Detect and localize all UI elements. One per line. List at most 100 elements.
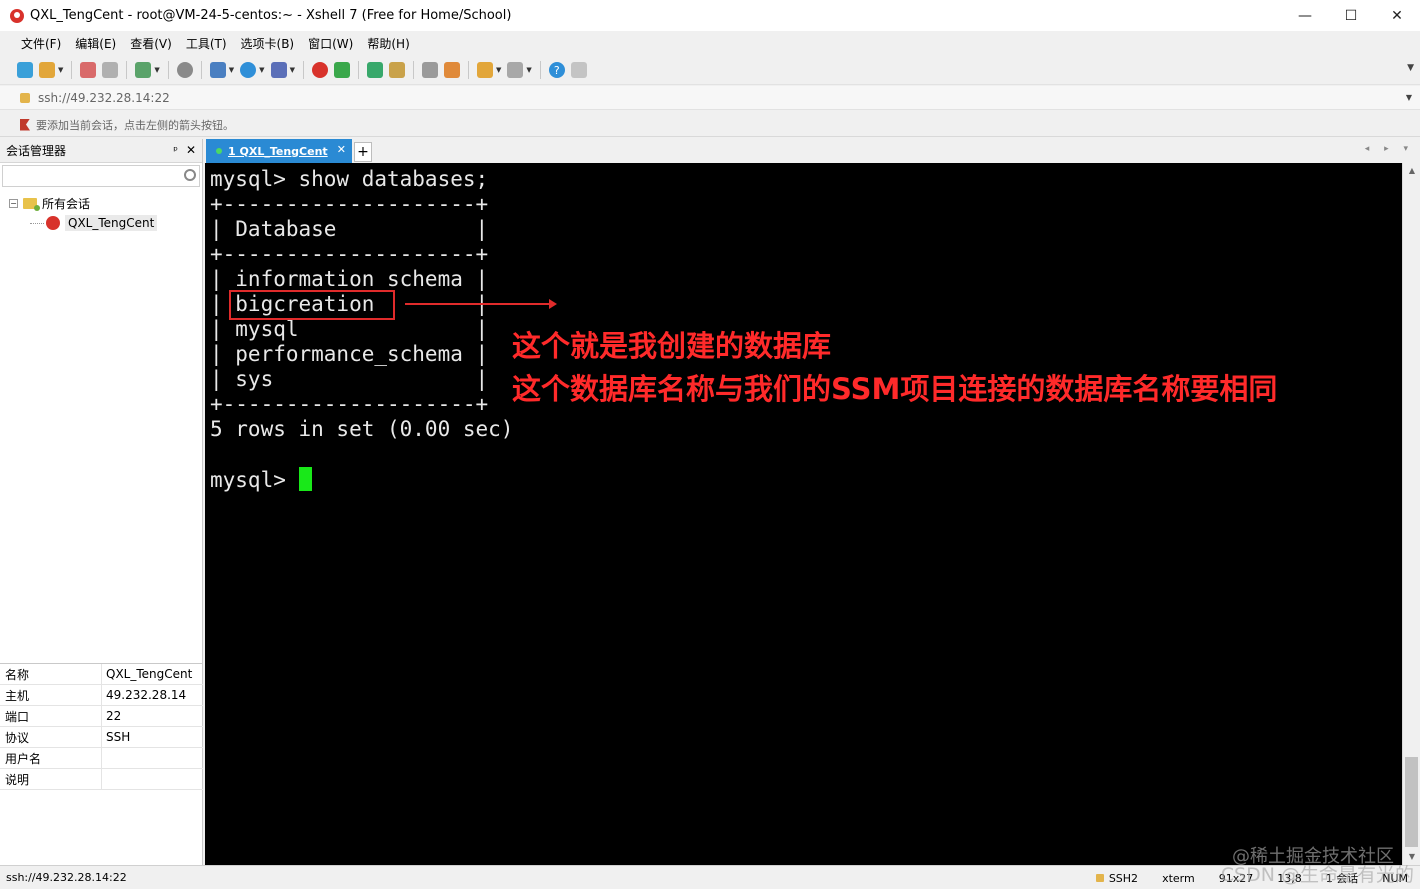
- terminal-cursor: [298, 467, 312, 491]
- session-settings-icon[interactable]: [135, 62, 152, 78]
- terminal-line: +--------------------+: [210, 192, 489, 216]
- close-button[interactable]: ✕: [1374, 0, 1420, 31]
- address-bar[interactable]: ssh://49.232.28.14:22 ▼: [0, 86, 1420, 110]
- tab-navigation-icons[interactable]: ◂ ▸ ▾: [1365, 144, 1414, 154]
- new-tab-icon[interactable]: [476, 62, 493, 78]
- maximize-button[interactable]: ☐: [1328, 0, 1374, 31]
- transfer-icon[interactable]: [209, 62, 226, 78]
- xmanager-icon[interactable]: [333, 62, 350, 78]
- session-icon: [46, 216, 60, 230]
- tree-item-label: 所有会话: [42, 196, 91, 211]
- property-key: 主机: [0, 685, 102, 705]
- globe-dropdown-icon[interactable]: ▼: [259, 66, 264, 74]
- fullscreen-icon[interactable]: [366, 62, 383, 78]
- session-properties-table: 名称 QXL_TengCent 主机 49.232.28.14 端口 22 协议…: [0, 663, 203, 790]
- property-row: 端口 22: [0, 706, 203, 727]
- property-row: 说明: [0, 769, 203, 790]
- property-value: 22: [106, 709, 122, 723]
- terminal-output: mysql> show databases; +----------------…: [210, 167, 513, 493]
- keyboard-icon[interactable]: [421, 62, 438, 78]
- terminal-line: 5 rows in set (0.00 sec): [210, 417, 514, 441]
- close-pane-icon[interactable]: ✕: [186, 143, 196, 157]
- open-dropdown-icon[interactable]: ▼: [58, 66, 63, 74]
- toolbar-separator: [467, 61, 469, 79]
- font-dropdown-icon[interactable]: ▼: [290, 66, 295, 74]
- terminal-view[interactable]: mysql> show databases; +----------------…: [205, 163, 1402, 865]
- status-bar: ssh://49.232.28.14:22 SSH2 xterm 91x27 1…: [0, 865, 1420, 889]
- terminal-line: | Database |: [210, 217, 489, 241]
- address-dropdown-icon[interactable]: ▼: [1406, 93, 1412, 102]
- xftp-icon[interactable]: [311, 62, 328, 78]
- menu-edit[interactable]: 编辑(E): [68, 35, 123, 52]
- menu-tools[interactable]: 工具(T): [179, 35, 234, 52]
- annotation-line-1: 这个就是我创建的数据库: [512, 329, 832, 363]
- session-search-input[interactable]: [2, 165, 200, 187]
- terminal-line: | performance_schema |: [210, 342, 489, 366]
- terminal-scrollbar[interactable]: ▲ ▼: [1402, 163, 1420, 865]
- help-icon[interactable]: ?: [548, 62, 565, 78]
- menu-tabs[interactable]: 选项卡(B): [234, 35, 302, 52]
- open-folder-icon[interactable]: [39, 62, 55, 78]
- hint-text: 要添加当前会话，点击左侧的箭头按钮。: [36, 118, 234, 132]
- pin-icon[interactable]: ᵖ: [173, 144, 178, 157]
- tree-item-session[interactable]: QXL_TengCent: [0, 213, 202, 233]
- property-key: 说明: [0, 769, 102, 789]
- title-bar: QXL_TengCent - root@VM-24-5-centos:~ - X…: [0, 0, 1420, 31]
- toolbar-overflow-icon[interactable]: ▼: [1407, 63, 1414, 73]
- new-session-icon[interactable]: [17, 62, 33, 78]
- lock-icon[interactable]: [388, 62, 405, 78]
- address-lock-icon: [20, 92, 30, 103]
- scroll-thumb[interactable]: [1405, 757, 1418, 847]
- toolbar-separator: [71, 61, 73, 79]
- add-tab-button[interactable]: +: [354, 142, 372, 162]
- new-tab-dropdown-icon[interactable]: ▼: [496, 66, 501, 74]
- terminal-line: +--------------------+: [210, 392, 489, 416]
- menu-bar: 文件(F) 编辑(E) 查看(V) 工具(T) 选项卡(B) 窗口(W) 帮助(…: [0, 31, 1420, 56]
- menu-help[interactable]: 帮助(H): [360, 35, 416, 52]
- layout-icon[interactable]: [507, 62, 524, 78]
- property-value: QXL_TengCent: [106, 667, 193, 681]
- font-icon[interactable]: [270, 62, 287, 78]
- scroll-up-icon[interactable]: ▲: [1403, 163, 1420, 179]
- menu-window[interactable]: 窗口(W): [301, 35, 360, 52]
- minimize-button[interactable]: —: [1282, 0, 1328, 31]
- highlight-icon[interactable]: [443, 62, 460, 78]
- address-input[interactable]: ssh://49.232.28.14:22: [38, 91, 170, 105]
- session-manager-header: 会话管理器 ᵖ ✕: [0, 139, 202, 163]
- terminal-line: | mysql |: [210, 317, 489, 341]
- property-row: 名称 QXL_TengCent: [0, 664, 203, 685]
- chat-icon[interactable]: [570, 62, 587, 78]
- tab-qxl-tengcent[interactable]: 1 QXL_TengCent ✕: [206, 139, 352, 163]
- connected-status-icon: [216, 148, 222, 154]
- terminal-line: | information_schema |: [210, 267, 489, 291]
- tab-bar: 1 QXL_TengCent ✕ + ◂ ▸ ▾: [204, 139, 1420, 163]
- tree-collapse-icon[interactable]: −: [9, 198, 18, 208]
- folder-icon: [23, 197, 40, 211]
- settings-dropdown-icon[interactable]: ▼: [154, 66, 159, 74]
- tree-item-all-sessions[interactable]: − 所有会话: [0, 193, 202, 213]
- terminal-line: +--------------------+: [210, 242, 489, 266]
- search-icon[interactable]: [184, 169, 196, 181]
- watermark-csdn: CSDN @生命是有光的: [1220, 864, 1414, 886]
- transfer-dropdown-icon[interactable]: ▼: [229, 66, 234, 74]
- disconnect-icon[interactable]: [80, 62, 97, 78]
- tab-close-icon[interactable]: ✕: [337, 143, 346, 156]
- toolbar-separator: [412, 61, 414, 79]
- globe-icon[interactable]: [240, 62, 257, 78]
- layout-dropdown-icon[interactable]: ▼: [526, 66, 531, 74]
- toolbar: ▼ ▼ ▼ ▼ ▼ ▼ ▼ ? ▼: [0, 56, 1420, 85]
- status-protocol-text: SSH2: [1108, 871, 1139, 885]
- session-tree: − 所有会话 QXL_TengCent: [0, 189, 202, 233]
- hint-bar: 要添加当前会话，点击左侧的箭头按钮。: [0, 113, 1420, 137]
- reconnect-icon[interactable]: [102, 62, 119, 78]
- terminal-prompt: mysql>: [210, 468, 299, 492]
- window-title: QXL_TengCent - root@VM-24-5-centos:~ - X…: [30, 8, 512, 23]
- toolbar-separator: [167, 61, 169, 79]
- annotation-line-2: 这个数据库名称与我们的SSM项目连接的数据库名称要相同: [512, 372, 1278, 406]
- bookmark-arrow-icon[interactable]: [20, 118, 30, 131]
- toolbar-separator: [357, 61, 359, 79]
- menu-file[interactable]: 文件(F): [14, 35, 68, 52]
- menu-view[interactable]: 查看(V): [123, 35, 179, 52]
- status-lock-icon: [1095, 874, 1104, 882]
- find-icon[interactable]: [176, 62, 193, 78]
